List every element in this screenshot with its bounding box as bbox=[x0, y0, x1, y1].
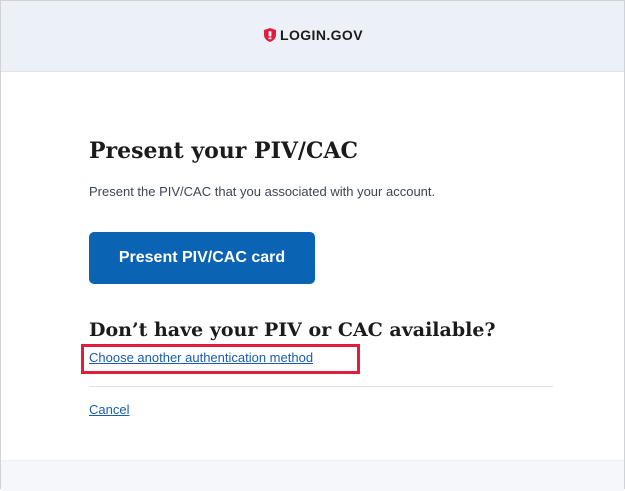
divider bbox=[89, 386, 553, 387]
site-header: LOGIN.GOV bbox=[1, 1, 624, 72]
instructions-text: Present the PIV/CAC that you associated … bbox=[89, 184, 436, 199]
footer-band bbox=[1, 460, 624, 491]
logo-text: LOGIN.GOV bbox=[280, 27, 363, 43]
login-gov-logo[interactable]: LOGIN.GOV bbox=[264, 27, 363, 43]
cancel-link[interactable]: Cancel bbox=[89, 402, 129, 417]
browser-page: LOGIN.GOV Present your PIV/CAC Present t… bbox=[0, 0, 625, 491]
choose-another-method-link[interactable]: Choose another authentication method bbox=[89, 350, 313, 365]
page-title: Present your PIV/CAC bbox=[89, 138, 359, 164]
present-piv-cac-button[interactable]: Present PIV/CAC card bbox=[89, 232, 315, 284]
shield-icon bbox=[264, 28, 276, 42]
alternative-heading: Don’t have your PIV or CAC available? bbox=[89, 319, 496, 341]
